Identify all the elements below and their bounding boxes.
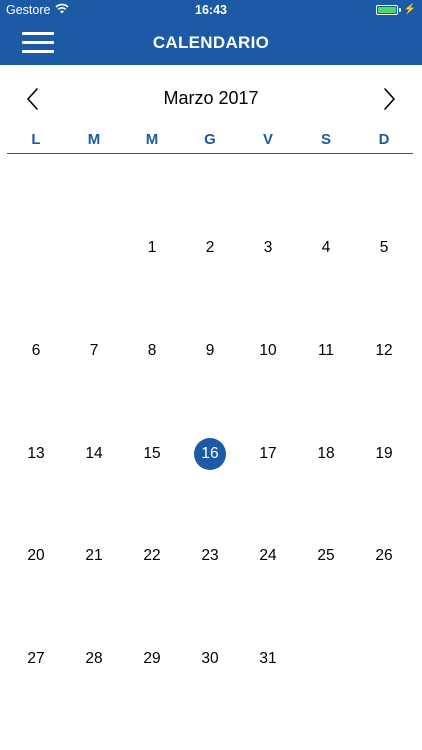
charging-bolt-icon: ⚡: [403, 4, 416, 15]
status-time: 16:43: [195, 3, 227, 17]
day-cell[interactable]: 20: [16, 536, 56, 576]
weekday-label: M: [65, 128, 123, 154]
day-cell[interactable]: 8: [132, 331, 172, 371]
day-cell[interactable]: 22: [132, 536, 172, 576]
page-title: CALENDARIO: [152, 33, 270, 52]
battery-indicator: ⚡: [375, 4, 416, 15]
day-cell[interactable]: 30: [190, 639, 230, 679]
day-cell[interactable]: 14: [74, 434, 114, 474]
weekday-header: L M M G V S D: [0, 128, 422, 156]
battery-icon: [375, 4, 398, 15]
day-cell[interactable]: 17: [248, 434, 288, 474]
day-cell[interactable]: 25: [306, 536, 346, 576]
weekday-label: M: [123, 128, 181, 154]
weekday-label: D: [355, 128, 413, 154]
day-cell[interactable]: 2: [190, 228, 230, 268]
month-selector: Marzo 2017: [0, 82, 422, 116]
day-cell[interactable]: 15: [132, 434, 172, 474]
weekday-label: L: [7, 128, 65, 154]
day-cell[interactable]: 4: [306, 228, 346, 268]
day-cell[interactable]: 11: [306, 331, 346, 371]
day-cell[interactable]: 31: [248, 639, 288, 679]
day-cell[interactable]: 7: [74, 331, 114, 371]
day-cell[interactable]: 29: [132, 639, 172, 679]
day-cell[interactable]: 1: [132, 228, 172, 268]
day-cell[interactable]: 12: [364, 331, 404, 371]
selected-day-cell[interactable]: 16: [194, 438, 226, 470]
day-cell[interactable]: 19: [364, 434, 404, 474]
day-cell[interactable]: 26: [364, 536, 404, 576]
day-cell[interactable]: 10: [248, 331, 288, 371]
weekday-label: S: [297, 128, 355, 154]
day-cell[interactable]: 6: [16, 331, 56, 371]
navigation-bar: CALENDARIO: [0, 20, 422, 65]
day-cell[interactable]: 13: [16, 434, 56, 474]
day-cell[interactable]: 28: [74, 639, 114, 679]
day-cell[interactable]: 3: [248, 228, 288, 268]
day-cell[interactable]: 18: [306, 434, 346, 474]
month-label: Marzo 2017: [163, 88, 259, 108]
day-cell[interactable]: 21: [74, 536, 114, 576]
day-cell[interactable]: 23: [190, 536, 230, 576]
weekday-label: G: [181, 128, 239, 154]
day-cell[interactable]: 9: [190, 331, 230, 371]
next-month-chevron-right-icon[interactable]: [376, 86, 402, 112]
day-cell[interactable]: 5: [364, 228, 404, 268]
day-cell[interactable]: 27: [16, 639, 56, 679]
day-cell[interactable]: 24: [248, 536, 288, 576]
weekday-label: V: [239, 128, 297, 154]
status-bar: Gestore 16:43 ⚡: [0, 0, 422, 20]
